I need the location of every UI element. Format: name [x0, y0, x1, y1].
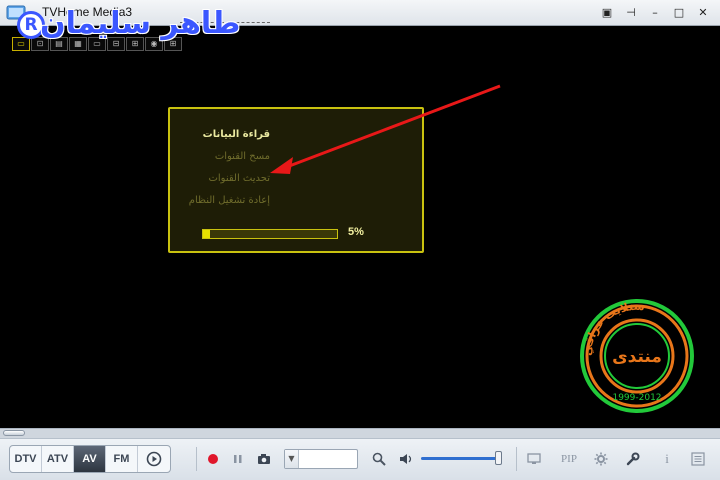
pip-label: PIP — [561, 453, 577, 465]
snapshot-button[interactable] — [256, 451, 272, 467]
forum-stamp: ستلايت عراقي 1999-2012 منتدى — [580, 299, 694, 413]
separator — [516, 447, 517, 471]
mode-dtv-button[interactable]: DTV — [10, 446, 42, 472]
speaker-icon — [400, 454, 412, 464]
monitor-icon — [527, 453, 541, 464]
separator — [196, 447, 197, 471]
playlist-button[interactable] — [690, 451, 706, 467]
tools-button[interactable] — [625, 451, 641, 467]
search-button[interactable] — [371, 451, 387, 467]
volume-slider[interactable] — [421, 457, 501, 460]
pause-button[interactable] — [230, 451, 246, 467]
record-icon — [208, 454, 218, 464]
mode-fm-button[interactable]: FM — [106, 446, 138, 472]
info-button[interactable]: i — [659, 451, 675, 467]
mode-atv-button[interactable]: ATV — [42, 446, 74, 472]
volume-thumb[interactable] — [495, 451, 502, 465]
mode-av-button[interactable]: AV — [74, 446, 106, 472]
mode-switcher: DTV ATV AV FM — [9, 445, 171, 473]
search-icon — [372, 452, 386, 466]
seek-bar[interactable] — [0, 428, 720, 438]
channel-combo[interactable]: ▼ — [284, 449, 358, 469]
chevron-down-icon[interactable]: ▼ — [285, 450, 299, 468]
mute-button[interactable] — [398, 451, 414, 467]
display-button[interactable] — [526, 451, 542, 467]
settings-button[interactable] — [593, 451, 609, 467]
control-bar: DTV ATV AV FM ▼ PIP i — [0, 438, 720, 480]
pause-icon — [234, 455, 242, 463]
seek-thumb[interactable] — [3, 430, 25, 436]
gear-icon — [594, 452, 608, 466]
camera-icon — [258, 454, 270, 464]
stamp-year-text: 1999-2012 — [612, 393, 661, 403]
list-icon — [691, 452, 705, 466]
pip-button[interactable]: PIP — [558, 451, 580, 467]
play-button[interactable] — [138, 446, 170, 472]
stamp-center-text: منتدى — [612, 347, 662, 367]
play-icon — [146, 451, 162, 467]
record-button[interactable] — [205, 451, 221, 467]
wrench-icon — [626, 452, 640, 466]
